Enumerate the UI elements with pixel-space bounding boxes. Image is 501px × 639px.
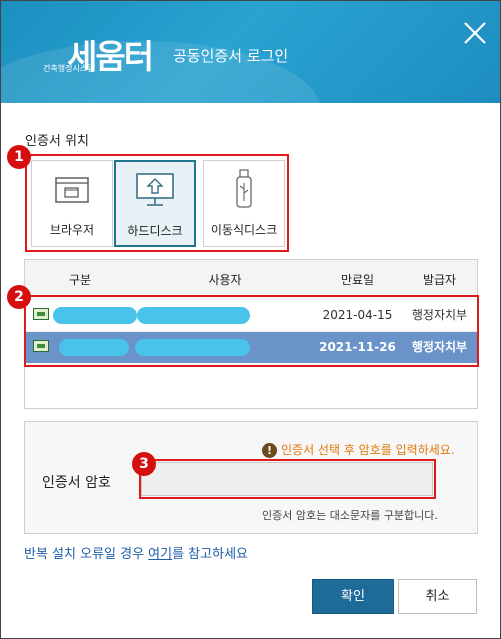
help-text-before: 반복 설치 오류일 경우: [24, 547, 149, 562]
logo-subtitle: 건축행정시스템: [43, 64, 95, 73]
location-usb-label: 이동식디스크: [210, 223, 278, 237]
annotation-box-3: [139, 459, 436, 499]
help-text-after: 를 참고하세요: [172, 547, 248, 562]
location-harddisk-button[interactable]: 하드디스크: [114, 160, 196, 247]
help-message: 반복 설치 오류일 경우 여기를 참고하세요: [24, 543, 248, 562]
password-warning: ! 인증서 선택 후 암호를 입력하세요.: [262, 441, 455, 458]
annotation-box-2: [24, 295, 479, 367]
annotation-badge-3: 3: [132, 452, 156, 476]
column-user: 사용자: [208, 273, 242, 287]
dialog-title: 공동인증서 로그인: [173, 47, 289, 65]
cert-location-label: 인증서 위치: [25, 134, 89, 149]
annotation-badge-2: 2: [7, 285, 31, 309]
browser-window-icon: [55, 177, 89, 203]
dialog-header: 세움터 건축행정시스템 공동인증서 로그인: [1, 1, 500, 103]
monitor-upload-icon: [136, 173, 174, 206]
password-warning-text: 인증서 선택 후 암호를 입력하세요.: [281, 443, 455, 457]
password-hint: 인증서 암호는 대소문자를 구분합니다.: [262, 509, 438, 522]
ok-button[interactable]: 확인: [312, 579, 394, 614]
column-type: 구분: [68, 273, 92, 287]
warning-icon: !: [262, 443, 277, 458]
location-usb-button[interactable]: 이동식디스크: [203, 160, 285, 247]
cancel-button[interactable]: 취소: [398, 579, 477, 614]
column-expiry: 만료일: [340, 273, 375, 287]
column-issuer: 발급자: [422, 273, 457, 287]
annotation-badge-1: 1: [7, 145, 31, 169]
password-label: 인증서 암호: [42, 475, 111, 491]
location-harddisk-label: 하드디스크: [127, 224, 183, 238]
close-icon[interactable]: [461, 19, 489, 47]
location-browser-button[interactable]: 브라우저: [31, 160, 113, 247]
usb-drive-icon: [236, 169, 252, 208]
location-browser-label: 브라우저: [49, 223, 95, 237]
help-link[interactable]: 여기: [148, 547, 172, 562]
